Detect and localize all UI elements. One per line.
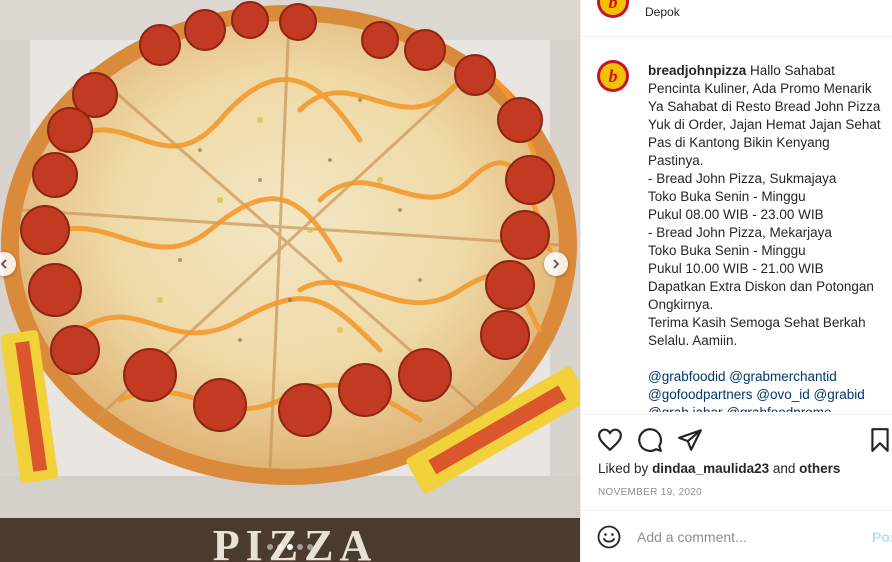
caption-tag-line[interactable]: @gofoodpartners @ovo_id @grabid	[648, 386, 887, 404]
caption-line: Toko Buka Senin - Minggu	[648, 243, 806, 258]
post-side-panel: b Depok b breadjohnpizza Hallo Sahabat P…	[580, 0, 892, 562]
caption-username[interactable]: breadjohnpizza	[648, 63, 746, 78]
caption-tag-line[interactable]: @grabfoodid @grabmerchantid	[648, 368, 887, 386]
comment-row: Post	[581, 511, 892, 562]
smiley-icon[interactable]	[597, 525, 621, 549]
caption-line: Pastinya.	[648, 153, 704, 168]
caption-avatar[interactable]: b	[597, 60, 629, 92]
carousel-dot	[277, 544, 283, 550]
liked-by-user[interactable]: dindaa_maulida23	[652, 461, 769, 476]
post-location[interactable]: Depok	[645, 5, 680, 19]
carousel-dots	[0, 544, 580, 550]
caption-line: Pukul 08.00 WIB - 23.00 WIB	[648, 207, 824, 222]
carousel-dot	[267, 544, 273, 550]
caption-block: b breadjohnpizza Hallo Sahabat Pencinta …	[597, 50, 887, 412]
carousel-dot	[297, 544, 303, 550]
paper-plane-icon[interactable]	[677, 427, 703, 453]
comment-icon[interactable]	[637, 427, 663, 453]
chevron-left-icon	[0, 259, 7, 269]
box-print-text: PIZZA	[212, 521, 378, 562]
carousel-dot	[287, 544, 293, 550]
comment-input[interactable]	[637, 527, 857, 547]
likes-and: and	[772, 461, 796, 476]
caption-line: Terima Kasih Semoga Sehat Berkah	[648, 315, 866, 330]
caption-line: Pas di Kantong Bikin Kenyang	[648, 135, 830, 150]
post-photo[interactable]: PIZZA	[0, 0, 580, 562]
caption-line: Yuk di Order, Jajan Hemat Jajan Sehat	[648, 117, 881, 132]
caption-line: Hallo Sahabat	[750, 63, 835, 78]
caption-tags: @grabfoodid @grabmerchantid @gofoodpartne…	[648, 368, 887, 412]
likes-others-link[interactable]: others	[799, 461, 840, 476]
post-header: b Depok	[581, 0, 892, 37]
caption-tag-line[interactable]: @grab.jabar @grabfoodpromo	[648, 404, 887, 412]
caption-text: breadjohnpizza Hallo Sahabat Pencinta Ku…	[648, 62, 887, 412]
divider	[581, 414, 892, 415]
bookmark-icon[interactable]	[867, 427, 892, 453]
header-avatar[interactable]: b	[597, 0, 629, 18]
post-comment-button[interactable]: Post	[872, 529, 892, 545]
caption-line: - Bread John Pizza, Sukmajaya	[648, 171, 837, 186]
heart-icon[interactable]	[597, 427, 623, 453]
post-date[interactable]: NOVEMBER 19, 2020	[598, 487, 702, 498]
likes-summary: Liked by dindaa_maulida23 and others	[598, 461, 840, 476]
caption-line: Selalu. Aamiin.	[648, 333, 738, 348]
next-photo-button[interactable]	[544, 252, 568, 276]
caption-line: Pukul 10.00 WIB - 21.00 WIB	[648, 261, 824, 276]
likes-prefix: Liked by	[598, 461, 649, 476]
caption-line: Pencinta Kuliner, Ada Promo Menarik	[648, 81, 872, 96]
pizza-image	[0, 0, 580, 562]
carousel-dot	[307, 544, 313, 550]
chevron-right-icon	[553, 259, 560, 269]
action-bar	[597, 427, 889, 453]
caption-line: Dapatkan Extra Diskon dan Potongan	[648, 279, 874, 294]
caption-line: Toko Buka Senin - Minggu	[648, 189, 806, 204]
caption-line: Ongkirnya.	[648, 297, 714, 312]
caption-line: Ya Sahabat di Resto Bread John Pizza	[648, 99, 881, 114]
caption-line: - Bread John Pizza, Mekarjaya	[648, 225, 832, 240]
